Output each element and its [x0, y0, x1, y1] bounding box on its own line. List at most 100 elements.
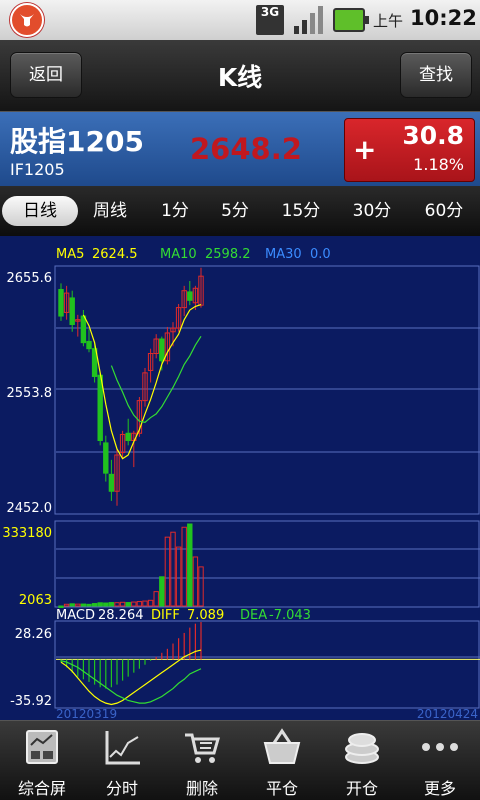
candle-body	[187, 291, 193, 301]
tab-60min[interactable]: 60分	[412, 196, 476, 226]
tab-1min[interactable]: 1分	[148, 196, 202, 226]
macd-panel	[60, 621, 202, 706]
ma30-legend-value: 0.0	[310, 247, 331, 262]
period-tabs: 日线 周线 1分 5分 15分 30分 60分	[0, 186, 480, 236]
candle-body	[80, 315, 87, 344]
volume-bar	[114, 602, 120, 607]
candle-body	[125, 432, 131, 442]
clock-ampm: 上午	[373, 12, 404, 30]
date-start-label: 20120319	[56, 707, 117, 720]
toolbar-intraday-button[interactable]: 分时	[82, 721, 162, 800]
price-axis-max: 2655.6	[7, 271, 53, 286]
panel-border	[54, 265, 480, 515]
clock-time: 10:22	[410, 6, 477, 30]
macd-axis-max: 28.26	[15, 627, 52, 642]
volume-bar	[147, 599, 154, 607]
tab-daily[interactable]: 日线	[2, 196, 78, 226]
volume-bar	[136, 601, 143, 607]
dashboard-icon	[26, 730, 58, 764]
volume-bar	[187, 523, 193, 607]
volume-bar	[63, 603, 70, 607]
stock-header: 股指1205 IF1205 2648.2 + 30.8 1.18%	[0, 112, 480, 186]
dea-legend-value: -7.043	[269, 608, 311, 623]
volume-bar	[142, 600, 148, 607]
candle-body	[108, 473, 115, 492]
volume-bar	[164, 536, 171, 607]
dea-line	[60, 660, 202, 704]
toolbar-label: 删除	[185, 779, 218, 798]
ma10-legend-label: MA10	[160, 247, 197, 262]
volume-bar	[97, 602, 103, 607]
macd-legend-label: MACD	[56, 608, 95, 623]
volume-bar	[108, 602, 115, 607]
diff-line	[60, 649, 202, 706]
dea-legend-label: DEA	[240, 608, 267, 623]
tab-15min[interactable]: 15分	[270, 196, 332, 226]
volume-bar	[159, 576, 165, 607]
toolbar-more-button[interactable]: 更多	[400, 721, 480, 800]
volume-bar	[103, 602, 109, 607]
kline-chart[interactable]: MA5 2624.5 MA10 2598.2 MA30 0.0 2655.6 2…	[0, 236, 480, 720]
ma5-legend-value: 2624.5	[92, 247, 138, 262]
volume-bar	[125, 602, 131, 607]
candle-body	[86, 340, 92, 350]
diff-legend-label: DIFF	[151, 608, 180, 623]
volume-bar	[198, 566, 204, 607]
ma5-legend-label: MA5	[56, 247, 84, 262]
macd-legend-value: 28.264	[98, 608, 144, 623]
status-bar: 3G 上午 10:22	[0, 0, 480, 40]
candle-body	[69, 297, 75, 326]
ma30-legend-label: MA30	[265, 247, 302, 262]
volume-bar	[119, 601, 126, 607]
stock-code: IF1205	[10, 160, 65, 179]
toolbar-dashboard-button[interactable]: 综合屏	[2, 721, 82, 800]
search-button[interactable]: 查找	[400, 52, 472, 98]
signal-strength-icon	[294, 6, 323, 34]
toolbar-label: 分时	[105, 779, 138, 798]
panel-border	[54, 520, 480, 608]
volume-bar	[170, 531, 176, 607]
macd-axis-min: -35.92	[10, 694, 52, 709]
toolbar-label: 综合屏	[17, 779, 66, 798]
kline-chart-svg: MA5 2624.5 MA10 2598.2 MA30 0.0 2655.6 2…	[2, 247, 480, 720]
tab-weekly[interactable]: 周线	[80, 196, 140, 226]
panel-border	[54, 620, 480, 709]
toolbar-close-position-button[interactable]: 平仓	[242, 721, 322, 800]
candle-body	[58, 288, 64, 317]
volume-bars	[58, 523, 204, 608]
volume-bar	[75, 603, 81, 607]
price-axis-min: 2452.0	[7, 501, 53, 516]
cart-delete-icon	[185, 733, 220, 763]
tab-5min[interactable]: 5分	[208, 196, 262, 226]
more-icon	[422, 743, 458, 751]
intraday-chart-icon	[105, 731, 140, 765]
volume-bar	[131, 601, 137, 607]
price-change-badge: + 30.8 1.18%	[344, 118, 475, 182]
volume-axis-max: 333180	[2, 526, 52, 541]
volume-bar	[192, 556, 199, 607]
volume-bar	[153, 591, 159, 607]
volume-bar	[86, 603, 92, 607]
title-bar: 返回 K线 查找	[0, 40, 480, 112]
volume-axis-min: 2063	[19, 593, 52, 608]
network-3g-icon: 3G	[256, 5, 284, 35]
change-sign: +	[353, 133, 377, 166]
tab-30min[interactable]: 30分	[340, 196, 404, 226]
ma10-legend-value: 2598.2	[205, 247, 251, 262]
change-value: 30.8	[402, 121, 464, 150]
diff-legend-value: 7.089	[187, 608, 224, 623]
candle-body	[159, 338, 165, 362]
battery-icon	[333, 8, 369, 32]
coins-icon	[345, 733, 379, 764]
candle-body	[103, 442, 109, 474]
volume-bar	[181, 526, 187, 607]
toolbar-label: 开仓	[345, 779, 378, 798]
volume-bar	[175, 546, 182, 607]
change-percent: 1.18%	[413, 155, 464, 174]
toolbar-label: 更多	[423, 779, 456, 798]
date-end-label: 20120424	[417, 707, 478, 720]
toolbar-open-position-button[interactable]: 开仓	[322, 721, 402, 800]
volume-bar	[69, 603, 75, 607]
basket-icon	[263, 728, 301, 764]
toolbar-delete-button[interactable]: 删除	[162, 721, 242, 800]
